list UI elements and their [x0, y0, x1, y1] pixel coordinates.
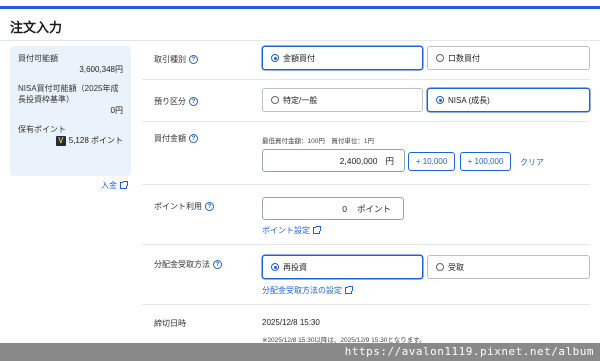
deadline-row: 締切日時 2025/12/8 15:30 ※2025/12/8 15:30以降は… — [142, 305, 590, 345]
trade-type-option-units[interactable]: 口数買付 — [427, 46, 590, 70]
top-accent-bar — [0, 0, 600, 9]
radio-unselected-icon — [436, 54, 444, 62]
summary-panel: 買付可能額 3,600,348円 NISA買付可能額（2025年成長投資枠基準）… — [10, 46, 131, 176]
distribution-settings-link[interactable]: 分配金受取方法の設定 — [262, 285, 353, 296]
distribution-option-label: 受取 — [448, 262, 464, 272]
account-type-label: 預り区分 — [154, 97, 186, 106]
points-label: 保有ポイント — [18, 125, 66, 134]
page-title: 注文入力 — [10, 20, 63, 35]
distribution-row: 分配金受取方法 ? 再投資 受取 分配金受取方法の設定 — [142, 245, 590, 305]
watermark-bar: https://avalon1119.pixnet.net/album — [0, 343, 600, 361]
points-use-label: ポイント利用 — [154, 202, 202, 211]
amount-label: 買付金額 — [154, 134, 186, 143]
distribution-option-receive[interactable]: 受取 — [427, 255, 590, 279]
trade-type-option-label: 金額買付 — [283, 53, 315, 63]
points-settings-link[interactable]: ポイント設定 — [262, 225, 321, 236]
distribution-settings-label: 分配金受取方法の設定 — [262, 286, 342, 295]
amount-input[interactable]: 2,400,000 円 — [262, 149, 405, 172]
help-icon[interactable]: ? — [213, 260, 222, 269]
trade-type-option-amount[interactable]: 金額買付 — [262, 46, 423, 70]
deadline-label-group: 締切日時 — [154, 318, 186, 329]
radio-selected-icon — [436, 96, 444, 104]
trade-type-option-label: 口数買付 — [448, 53, 480, 63]
external-link-icon — [313, 226, 321, 234]
v-point-icon: V — [55, 135, 66, 146]
radio-selected-icon — [271, 54, 279, 62]
radio-unselected-icon — [436, 263, 444, 271]
amount-label-group: 買付金額 ? — [154, 133, 198, 144]
help-icon[interactable]: ? — [189, 97, 198, 106]
distribution-option-label: 再投資 — [283, 262, 307, 272]
buying-power-block: 買付可能額 3,600,348円 — [18, 53, 123, 75]
deadline-value: 2025/12/8 15:30 — [262, 318, 320, 327]
accent-line — [0, 6, 600, 9]
points-settings-label: ポイント設定 — [262, 226, 310, 235]
external-link-icon — [345, 286, 353, 294]
points-input[interactable]: 0 ポイント — [262, 197, 404, 220]
add-100000-button[interactable]: + 100,000 — [460, 152, 511, 171]
points-value: 5,128 ポイント — [68, 136, 123, 145]
help-icon[interactable]: ? — [205, 202, 214, 211]
amount-value: 2,400,000 — [339, 155, 378, 166]
deadline-label: 締切日時 — [154, 319, 186, 328]
radio-unselected-icon — [271, 96, 279, 104]
radio-selected-icon — [271, 263, 279, 271]
account-type-option-nisa[interactable]: NISA (成長) — [427, 88, 590, 112]
help-icon[interactable]: ? — [189, 134, 198, 143]
account-type-option-tokutei[interactable]: 特定/一般 — [262, 88, 423, 112]
amount-note: 最低買付金額：100円 買付単位：1円 — [262, 138, 374, 145]
distribution-option-reinvest[interactable]: 再投資 — [262, 255, 423, 279]
watermark-text: https://avalon1119.pixnet.net/album — [344, 345, 594, 358]
account-type-row: 預り区分 ? 特定/一般 NISA (成長) — [142, 80, 590, 122]
distribution-label: 分配金受取方法 — [154, 260, 210, 269]
deposit-link[interactable]: 入金 — [101, 180, 128, 191]
points-row-form: ポイント利用 ? 0 ポイント ポイント設定 — [142, 185, 590, 245]
add-10000-button[interactable]: + 10,000 — [408, 152, 455, 171]
buying-power-value: 3,600,348円 — [79, 65, 123, 74]
trade-type-label-group: 取引種別 ? — [154, 54, 198, 65]
help-icon[interactable]: ? — [189, 55, 198, 64]
buying-power-label: 買付可能額 — [18, 54, 58, 63]
account-type-label-group: 預り区分 ? — [154, 96, 198, 107]
points-row: V 5,128 ポイント — [18, 135, 123, 146]
nisa-value: 0円 — [110, 106, 123, 115]
amount-row: 買付金額 ? 最低買付金額：100円 買付単位：1円 2,400,000 円 +… — [142, 122, 590, 185]
external-link-icon — [120, 181, 128, 189]
points-use-unit: ポイント — [356, 203, 391, 214]
points-label-group: ポイント利用 ? — [154, 201, 214, 212]
deposit-link-label: 入金 — [101, 181, 117, 190]
account-type-option-label: NISA (成長) — [448, 95, 490, 105]
points-block: 保有ポイント V 5,128 ポイント — [18, 124, 123, 146]
trade-type-row: 取引種別 ? 金額買付 口数買付 — [142, 41, 590, 80]
nisa-label: NISA買付可能額（2025年成長投資枠基準） — [18, 84, 119, 104]
distribution-label-group: 分配金受取方法 ? — [154, 259, 222, 270]
clear-button[interactable]: クリア — [520, 157, 544, 168]
trade-type-label: 取引種別 — [154, 55, 186, 64]
points-use-value: 0 — [342, 203, 347, 214]
account-type-option-label: 特定/一般 — [283, 95, 318, 105]
amount-unit: 円 — [385, 155, 394, 166]
nisa-block: NISA買付可能額（2025年成長投資枠基準） 0円 — [18, 83, 123, 116]
